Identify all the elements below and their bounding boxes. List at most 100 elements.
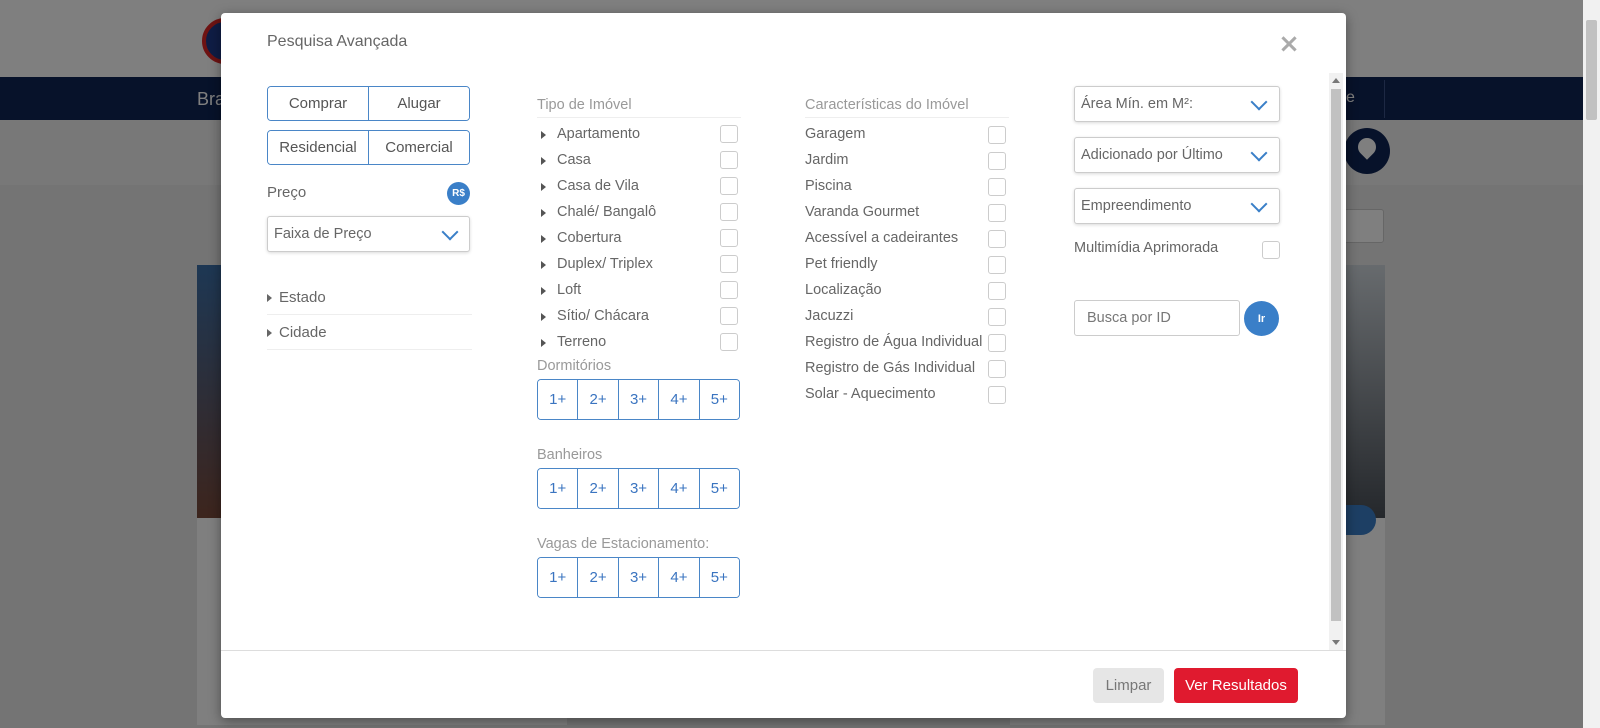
use-toggle: Residencial Comercial [267,130,470,165]
caret-right-icon [541,287,546,295]
bedrooms-3-button[interactable]: 3+ [617,380,659,419]
property-type-row[interactable]: Duplex/ Triplex [537,253,741,277]
property-type-row[interactable]: Terreno [537,331,741,355]
close-icon[interactable]: × [1276,31,1302,57]
modal-title: Pesquisa Avançada [267,33,408,50]
checkbox[interactable] [720,203,738,221]
property-type-label: Tipo de Imóvel [537,97,632,113]
checkbox[interactable] [988,360,1006,378]
min-area-value: Área Mín. em M²: [1081,96,1193,112]
property-type-row[interactable]: Casa de Vila [537,175,741,199]
scroll-down-icon[interactable] [1332,640,1340,645]
bathrooms-4-button[interactable]: 4+ [658,469,699,508]
bedrooms-1-button[interactable]: 1+ [538,380,578,419]
caret-right-icon [541,209,546,217]
checkbox[interactable] [720,125,738,143]
property-type-row[interactable]: Apartamento [537,123,741,147]
checkbox[interactable] [720,229,738,247]
development-select[interactable]: Empreendimento [1074,188,1280,224]
min-area-select[interactable]: Área Mín. em M²: [1074,86,1280,122]
modal-scrollbar[interactable] [1329,73,1343,650]
feature-row[interactable]: Registro de Água Individual [805,331,1025,355]
checkbox[interactable] [988,282,1006,300]
feature-row[interactable]: Varanda Gourmet [805,201,1025,225]
feature-row[interactable]: Registro de Gás Individual [805,357,1025,381]
view-results-button[interactable]: Ver Resultados [1174,668,1298,703]
sort-value: Adicionado por Último [1081,147,1223,163]
multimedia-label: Multimídia Aprimorada [1074,240,1219,256]
checkbox[interactable] [988,334,1006,352]
state-accordion[interactable]: Estado [267,280,472,315]
bedrooms-5-button[interactable]: 5+ [698,380,739,419]
residential-button[interactable]: Residencial [268,131,368,164]
rent-button[interactable]: Alugar [368,87,469,120]
features-label: Características do Imóvel [805,97,969,113]
page-scrollbar-thumb[interactable] [1586,20,1597,120]
scroll-up-icon[interactable] [1332,78,1340,83]
bathrooms-2-button[interactable]: 2+ [577,469,618,508]
checkbox[interactable] [720,307,738,325]
go-button[interactable]: Ir [1244,301,1279,336]
feature-row[interactable]: Pet friendly [805,253,1025,277]
bathrooms-5-button[interactable]: 5+ [698,469,739,508]
multimedia-checkbox[interactable] [1262,241,1280,259]
caret-right-icon [541,157,546,165]
property-type-row[interactable]: Casa [537,149,741,173]
commercial-button[interactable]: Comercial [368,131,469,164]
currency-badge[interactable]: R$ [447,182,470,205]
checkbox[interactable] [720,333,738,351]
property-type-row[interactable]: Cobertura [537,227,741,251]
bathrooms-1-button[interactable]: 1+ [538,469,578,508]
divider [537,117,741,118]
sort-select[interactable]: Adicionado por Último [1074,137,1280,173]
feature-row[interactable]: Jardim [805,149,1025,173]
property-type-row[interactable]: Chalé/ Bangalô [537,201,741,225]
parking-5-button[interactable]: 5+ [698,558,739,597]
feature-row[interactable]: Jacuzzi [805,305,1025,329]
parking-4-button[interactable]: 4+ [658,558,699,597]
parking-2-button[interactable]: 2+ [577,558,618,597]
checkbox[interactable] [720,281,738,299]
property-type-row[interactable]: Loft [537,279,741,303]
caret-right-icon [541,131,546,139]
feature-row[interactable]: Solar - Aquecimento [805,383,1025,407]
feature-row[interactable]: Garagem [805,123,1025,147]
advanced-search-modal: Pesquisa Avançada × Comprar Alugar Resid… [221,13,1346,718]
chevron-down-icon [1250,144,1268,162]
chevron-down-icon [441,223,459,241]
feature-row[interactable]: Acessível a cadeirantes [805,227,1025,251]
bedrooms-2-button[interactable]: 2+ [577,380,618,419]
checkbox[interactable] [988,178,1006,196]
checkbox[interactable] [988,204,1006,222]
checkbox[interactable] [720,151,738,169]
parking-selector: 1+ 2+ 3+ 4+ 5+ [537,557,740,598]
search-id-input[interactable] [1074,300,1240,336]
bedrooms-4-button[interactable]: 4+ [658,380,699,419]
bedrooms-selector: 1+ 2+ 3+ 4+ 5+ [537,379,740,420]
checkbox[interactable] [988,230,1006,248]
parking-label: Vagas de Estacionamento: [537,536,710,552]
parking-3-button[interactable]: 3+ [617,558,659,597]
checkbox[interactable] [720,177,738,195]
checkbox[interactable] [720,255,738,273]
clear-button[interactable]: Limpar [1093,668,1164,703]
checkbox[interactable] [988,256,1006,274]
caret-right-icon [541,183,546,191]
city-accordion[interactable]: Cidade [267,315,472,350]
property-type-row[interactable]: Sítio/ Chácara [537,305,741,329]
price-range-select[interactable]: Faixa de Preço [267,216,470,252]
buy-button[interactable]: Comprar [268,87,368,120]
checkbox[interactable] [988,386,1006,404]
checkbox[interactable] [988,152,1006,170]
caret-right-icon [541,339,546,347]
bathrooms-3-button[interactable]: 3+ [617,469,659,508]
modal-scrollbar-thumb[interactable] [1331,89,1341,621]
feature-row[interactable]: Localização [805,279,1025,303]
checkbox[interactable] [988,126,1006,144]
caret-right-icon [541,313,546,321]
feature-row[interactable]: Piscina [805,175,1025,199]
state-label: Estado [279,289,326,306]
parking-1-button[interactable]: 1+ [538,558,578,597]
checkbox[interactable] [988,308,1006,326]
caret-right-icon [267,329,272,337]
